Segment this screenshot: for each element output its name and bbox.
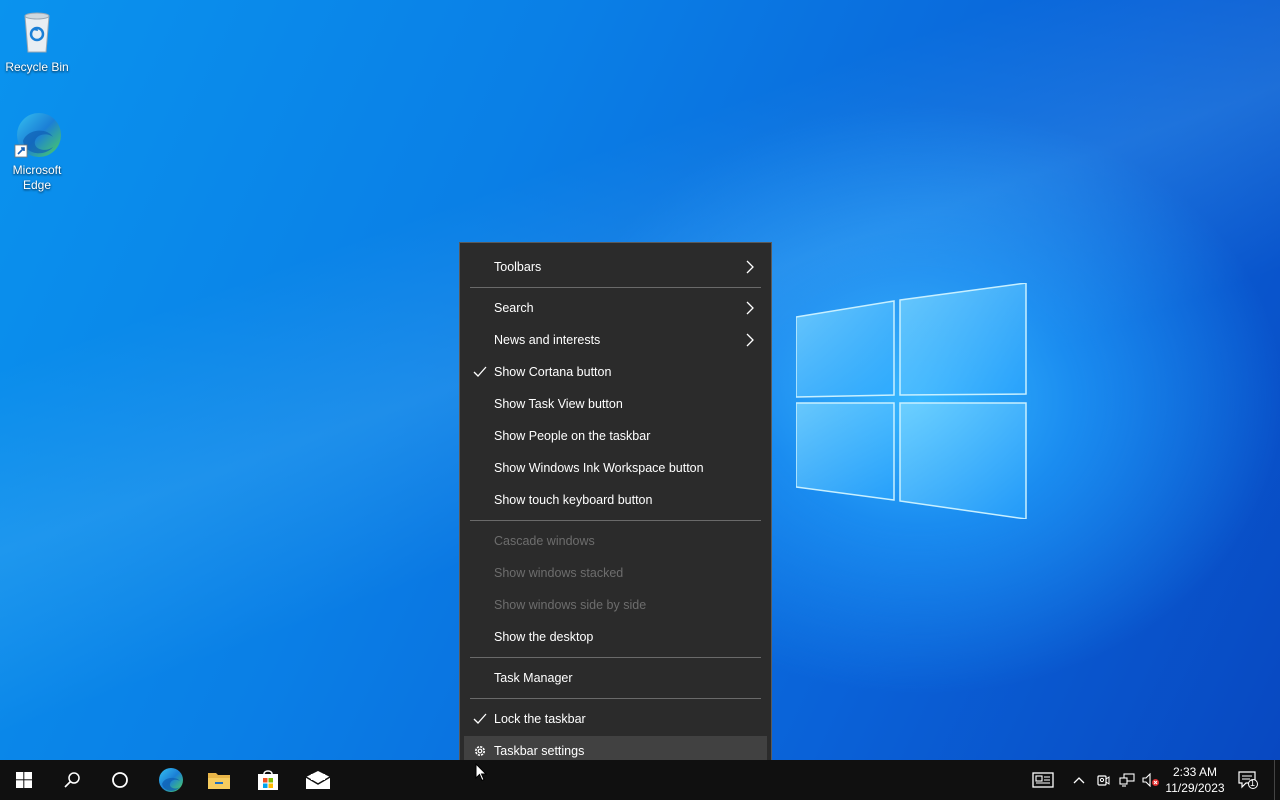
desktop-icon-recycle-bin[interactable]: Recycle Bin bbox=[1, 8, 73, 75]
menu-item-label: Show the desktop bbox=[494, 630, 594, 644]
show-hidden-icons-button[interactable] bbox=[1068, 760, 1090, 800]
volume-muted-icon bbox=[1142, 773, 1159, 787]
edge-icon bbox=[13, 111, 61, 159]
menu-item-show-windows-side-by-side: Show windows side by side bbox=[464, 590, 767, 620]
taskbar-store-button[interactable] bbox=[244, 760, 292, 800]
menu-item-label: Cascade windows bbox=[494, 534, 595, 548]
edge-icon bbox=[159, 768, 183, 792]
start-button[interactable] bbox=[0, 760, 48, 800]
meet-now-icon bbox=[1097, 775, 1110, 786]
windows-logo-wallpaper bbox=[796, 283, 1027, 519]
mail-icon bbox=[305, 771, 331, 789]
notification-count-badge: 1 bbox=[1250, 778, 1256, 788]
recycle-bin-icon bbox=[13, 8, 61, 56]
clock[interactable]: 2:33 AM 11/29/2023 bbox=[1160, 760, 1230, 800]
menu-separator bbox=[470, 657, 761, 658]
menu-item-label: Show windows side by side bbox=[494, 598, 647, 612]
search-icon bbox=[64, 772, 80, 788]
menu-item-show-people[interactable]: Show People on the taskbar bbox=[464, 421, 767, 451]
volume-button[interactable] bbox=[1140, 760, 1162, 800]
news-icon bbox=[1032, 772, 1054, 788]
menu-item-show-the-desktop[interactable]: Show the desktop bbox=[464, 622, 767, 652]
menu-item-show-windows-stacked: Show windows stacked bbox=[464, 558, 767, 588]
desktop-icon-label: Microsoft Edge bbox=[12, 163, 62, 192]
cortana-button[interactable] bbox=[96, 760, 144, 800]
clock-time: 2:33 AM bbox=[1172, 765, 1218, 779]
menu-item-label: Show Windows Ink Workspace button bbox=[494, 461, 704, 475]
action-center-button[interactable]: 1 bbox=[1236, 760, 1260, 800]
menu-item-label: Lock the taskbar bbox=[494, 712, 586, 726]
menu-item-label: Show touch keyboard button bbox=[494, 493, 653, 507]
menu-item-show-task-view-button[interactable]: Show Task View button bbox=[464, 389, 767, 419]
menu-item-show-cortana-button[interactable]: Show Cortana button bbox=[464, 357, 767, 387]
desktop-icon-label: Recycle Bin bbox=[5, 60, 69, 74]
clock-date: 11/29/2023 bbox=[1165, 781, 1225, 795]
menu-item-label: Toolbars bbox=[494, 260, 542, 274]
taskbar-file-explorer-button[interactable] bbox=[195, 760, 243, 800]
menu-item-search[interactable]: Search bbox=[464, 293, 767, 323]
mouse-cursor bbox=[475, 763, 487, 782]
menu-item-show-ink-workspace[interactable]: Show Windows Ink Workspace button bbox=[464, 453, 767, 483]
menu-item-lock-the-taskbar[interactable]: Lock the taskbar bbox=[464, 704, 767, 734]
gear-icon bbox=[475, 746, 485, 756]
menu-separator bbox=[470, 520, 761, 521]
chevron-right-icon bbox=[746, 333, 754, 347]
menu-item-show-touch-keyboard[interactable]: Show touch keyboard button bbox=[464, 485, 767, 515]
cortana-icon bbox=[112, 772, 128, 788]
taskbar: 2:33 AM 11/29/2023 1 bbox=[0, 760, 1280, 800]
menu-separator bbox=[470, 698, 761, 699]
show-desktop-button[interactable] bbox=[1274, 760, 1280, 800]
taskbar-mail-button[interactable] bbox=[294, 760, 342, 800]
menu-item-task-manager[interactable]: Task Manager bbox=[464, 663, 767, 693]
menu-item-label: News and interests bbox=[494, 333, 601, 347]
menu-item-label: Show windows stacked bbox=[494, 566, 624, 580]
menu-item-label: Taskbar settings bbox=[494, 744, 585, 758]
menu-item-toolbars[interactable]: Toolbars bbox=[464, 252, 767, 282]
store-icon bbox=[258, 770, 278, 790]
start-icon bbox=[16, 772, 32, 788]
chevron-right-icon bbox=[746, 301, 754, 315]
file-explorer-icon bbox=[208, 773, 230, 789]
network-icon bbox=[1119, 773, 1135, 787]
network-button[interactable] bbox=[1116, 760, 1138, 800]
menu-item-label: Show Cortana button bbox=[494, 365, 612, 379]
menu-item-cascade-windows: Cascade windows bbox=[464, 526, 767, 556]
chevron-up-icon bbox=[1073, 777, 1085, 784]
menu-item-label: Show Task View button bbox=[494, 397, 623, 411]
menu-item-label: Search bbox=[494, 301, 534, 315]
news-and-interests-button[interactable] bbox=[1028, 760, 1058, 800]
chevron-right-icon bbox=[746, 260, 754, 274]
menu-item-label: Show People on the taskbar bbox=[494, 429, 651, 443]
meet-now-button[interactable] bbox=[1092, 760, 1114, 800]
desktop-icon-microsoft-edge[interactable]: Microsoft Edge bbox=[1, 111, 73, 193]
search-button[interactable] bbox=[48, 760, 96, 800]
taskbar-context-menu: Toolbars Search News and interests Show … bbox=[459, 242, 772, 775]
taskbar-edge-button[interactable] bbox=[147, 760, 195, 800]
checkmark-icon bbox=[473, 713, 487, 724]
menu-separator bbox=[470, 287, 761, 288]
menu-item-label: Task Manager bbox=[494, 671, 573, 685]
checkmark-icon bbox=[473, 366, 487, 377]
menu-item-news-and-interests[interactable]: News and interests bbox=[464, 325, 767, 355]
